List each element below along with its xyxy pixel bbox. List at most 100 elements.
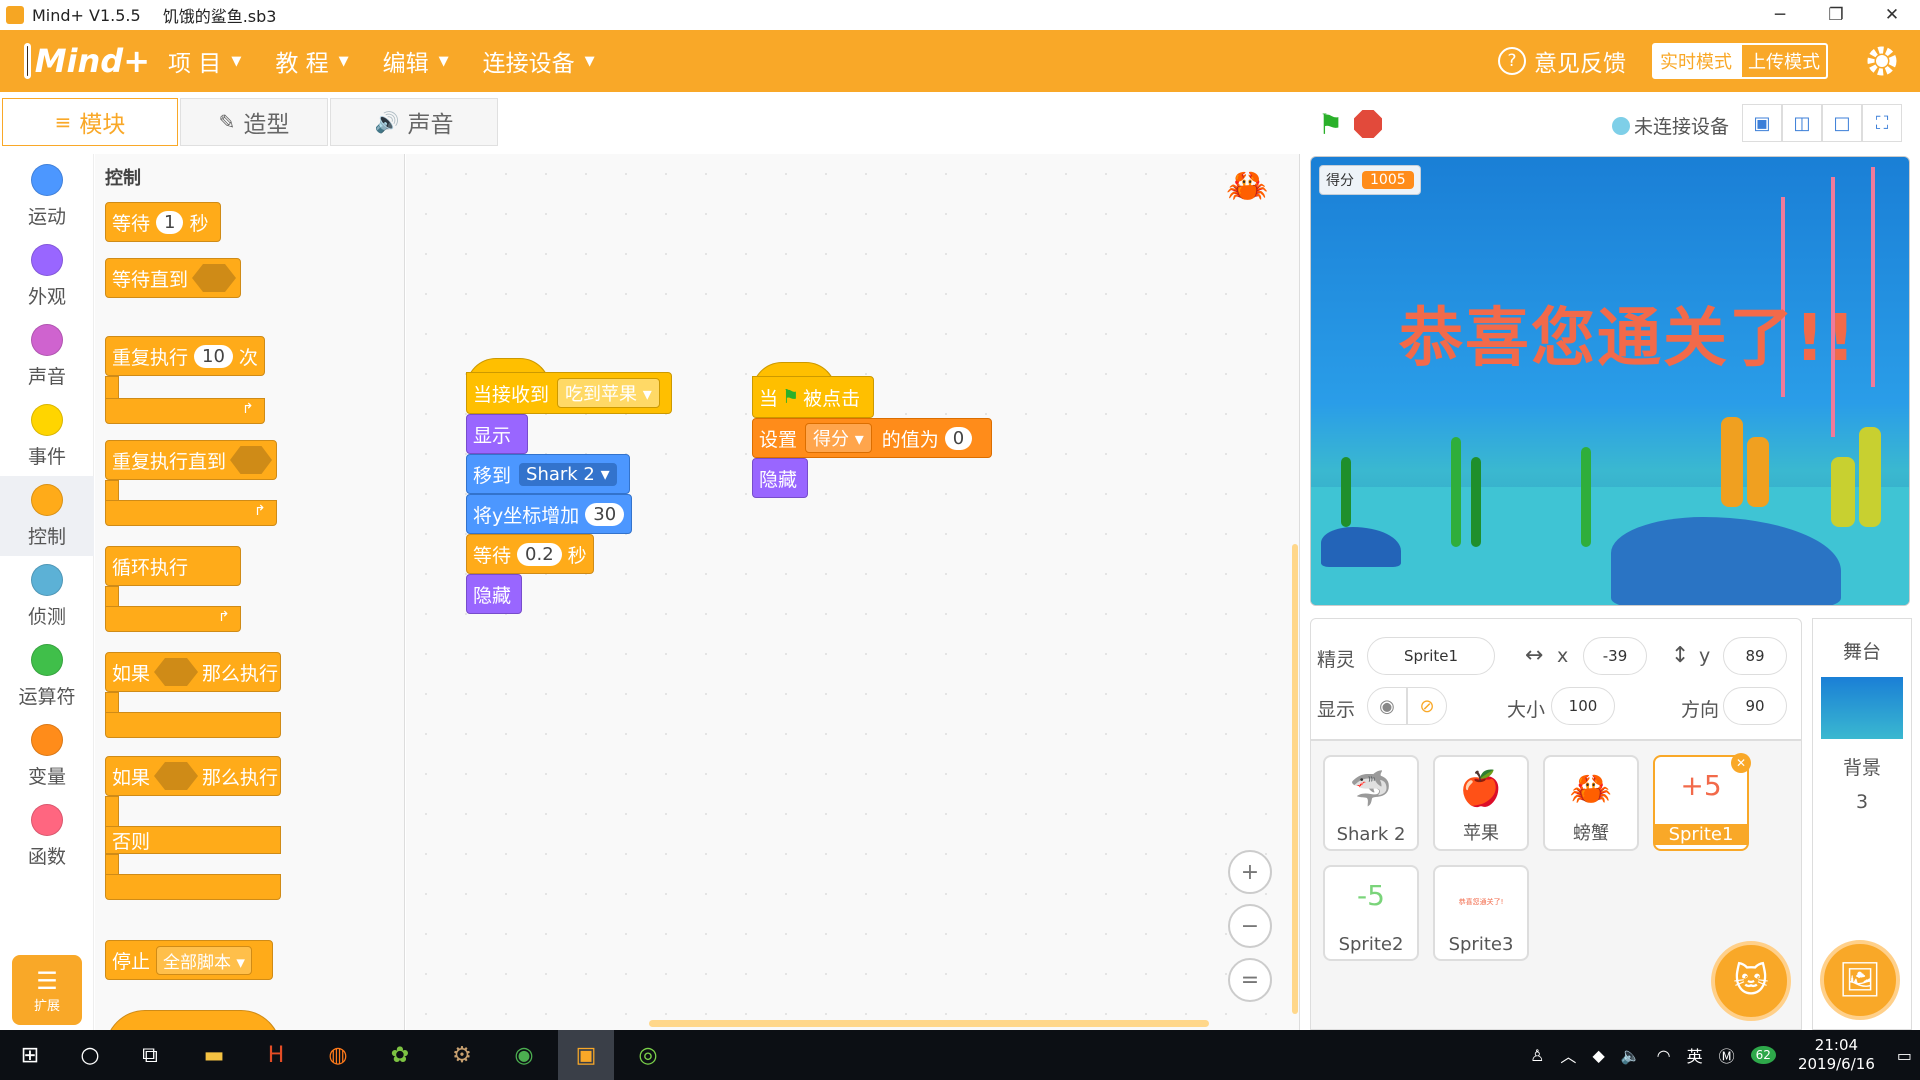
size-input[interactable]: 100 [1551, 687, 1615, 725]
block-stop[interactable]: 停止 全部脚本 ▾ [105, 940, 273, 980]
stop-dropdown[interactable]: 全部脚本 ▾ [156, 945, 252, 975]
restore-button[interactable]: ❐ [1808, 0, 1864, 30]
sprite-name-input[interactable]: Sprite1 [1367, 637, 1495, 675]
block-hide[interactable]: 隐藏 [466, 574, 522, 614]
block-wait[interactable]: 等待 0.2 秒 [466, 534, 594, 574]
upload-mode-button[interactable]: 上传模式 [1740, 43, 1828, 79]
delete-sprite-icon[interactable]: ✕ [1731, 753, 1751, 773]
sprite-tile-sprite1[interactable]: +5 Sprite1 ✕ [1653, 753, 1751, 851]
block-set-variable[interactable]: 设置 得分 ▾ 的值为 0 [752, 418, 992, 458]
normal-stage-layout-icon[interactable]: ◫ [1782, 104, 1822, 142]
block-forever[interactable]: 循环执行 [105, 546, 241, 586]
menu-project[interactable]: 项 目 ▼ [168, 44, 241, 78]
add-backdrop-icon[interactable]: 🖼 [1820, 940, 1900, 1020]
start-windows-icon[interactable]: ⊞ [2, 1030, 58, 1080]
block-when-flag-clicked[interactable]: 当 ⚑ 被点击 [752, 376, 874, 418]
green-flag-button[interactable]: ⚑ [1318, 108, 1348, 141]
input-mode[interactable]: 英 [1687, 1043, 1703, 1067]
ime-app-icon[interactable]: ◆ [1592, 1046, 1604, 1065]
mindplus-taskbar-icon[interactable]: ▣ [558, 1030, 614, 1080]
fullscreen-icon[interactable]: ⛶ [1862, 104, 1902, 142]
tab-blocks[interactable]: ≡ 模块 [2, 98, 178, 146]
block-when-receive[interactable]: 当接收到 吃到苹果 ▾ [466, 372, 672, 414]
chrome-icon[interactable]: ◉ [496, 1030, 552, 1080]
category-operators[interactable]: 运算符 [0, 636, 94, 716]
menu-tutorial[interactable]: 教 程 ▼ [275, 44, 348, 78]
message-dropdown[interactable]: 吃到苹果 ▾ [557, 378, 660, 408]
settings-gear-icon[interactable] [1864, 43, 1900, 79]
firefox-icon[interactable]: ◍ [310, 1030, 366, 1080]
block-input[interactable]: 1 [156, 210, 184, 234]
close-button[interactable]: ✕ [1864, 0, 1920, 30]
direction-input[interactable]: 90 [1723, 687, 1787, 725]
block-if-else[interactable]: 如果 那么执行 [105, 756, 281, 796]
notification-icon[interactable]: ▭ [1897, 1046, 1912, 1065]
x-input[interactable]: -39 [1583, 637, 1647, 675]
cortana-search-icon[interactable]: ○ [62, 1030, 118, 1080]
block-input[interactable]: 0 [944, 426, 973, 450]
app-gear-icon[interactable]: ⚙ [434, 1030, 490, 1080]
small-stage-layout-icon[interactable]: ▣ [1742, 104, 1782, 142]
goto-dropdown[interactable]: Shark 2 ▾ [519, 462, 617, 486]
volume-icon[interactable]: 🔈 [1621, 1046, 1641, 1065]
battery-badge[interactable]: 62 [1750, 1046, 1776, 1064]
hbuilder-icon[interactable]: H [248, 1030, 304, 1080]
wifi-icon[interactable]: ◠ [1657, 1046, 1671, 1065]
zoom-out-icon[interactable]: − [1228, 904, 1272, 948]
category-sound[interactable]: 声音 [0, 316, 94, 396]
score-monitor[interactable]: 得分 1005 [1319, 165, 1421, 195]
feedback-button[interactable]: ? 意见反馈 [1498, 44, 1626, 78]
block-goto[interactable]: 移到 Shark 2 ▾ [466, 454, 630, 494]
people-icon[interactable]: ♙ [1530, 1046, 1544, 1065]
task-view-icon[interactable]: ⧉ [122, 1030, 178, 1080]
block-input[interactable]: 0.2 [517, 542, 562, 566]
block-repeat-until[interactable]: 重复执行直到 [105, 440, 277, 480]
block-if-then[interactable]: 如果 那么执行 [105, 652, 281, 692]
sprite-tile-sprite2[interactable]: -5 Sprite2 [1323, 865, 1419, 961]
zoom-reset-icon[interactable]: = [1228, 958, 1272, 1002]
sprite-tile-crab[interactable]: 🦀 螃蟹 [1543, 755, 1639, 851]
variable-dropdown[interactable]: 得分 ▾ [805, 423, 872, 453]
hide-eye-icon[interactable]: ⊘ [1407, 687, 1447, 725]
extension-button[interactable]: ☰ 扩展 [12, 955, 82, 1025]
add-sprite-cat-icon[interactable]: 🐱 [1711, 941, 1791, 1021]
category-variables[interactable]: 变量 [0, 716, 94, 796]
category-motion[interactable]: 运动 [0, 156, 94, 236]
workspace-horizontal-scrollbar[interactable] [649, 1020, 1209, 1027]
category-looks[interactable]: 外观 [0, 236, 94, 316]
sprite-tile-apple[interactable]: 🍎 苹果 [1433, 755, 1529, 851]
block-input[interactable]: 30 [585, 502, 625, 526]
category-events[interactable]: 事件 [0, 396, 94, 476]
stage-canvas[interactable]: 得分 1005 恭喜您通关了!! [1310, 156, 1910, 606]
tab-sounds[interactable]: 🔊 声音 [330, 98, 498, 146]
block-wait[interactable]: 等待 1 秒 [105, 202, 221, 242]
chevron-up-icon[interactable]: ︿ [1560, 1043, 1576, 1067]
clock[interactable]: 21:04 2019/6/16 [1798, 1036, 1875, 1074]
block-hide[interactable]: 隐藏 [752, 458, 808, 498]
hide-stage-icon[interactable]: □ [1822, 104, 1862, 142]
category-functions[interactable]: 函数 [0, 796, 94, 876]
sprite-tile-sprite3[interactable]: 恭喜您通关了! Sprite3 [1433, 865, 1529, 961]
minimize-button[interactable]: ─ [1752, 0, 1808, 30]
category-sensing[interactable]: 侦测 [0, 556, 94, 636]
block-show[interactable]: 显示 [466, 414, 528, 454]
zoom-in-icon[interactable]: + [1228, 850, 1272, 894]
tab-costumes[interactable]: ✎ 造型 [180, 98, 328, 146]
realtime-mode-button[interactable]: 实时模式 [1652, 43, 1740, 79]
app-green-icon[interactable]: ✿ [372, 1030, 428, 1080]
workspace-vertical-scrollbar[interactable] [1292, 544, 1298, 1014]
backdrop-thumbnail[interactable] [1821, 677, 1903, 739]
wechat-icon[interactable]: ◎ [620, 1030, 676, 1080]
block-hat-partial[interactable] [105, 1010, 281, 1030]
sprite-tile-shark2[interactable]: 🦈 Shark 2 [1323, 755, 1419, 851]
block-change-y[interactable]: 将y坐标增加 30 [466, 494, 632, 534]
code-workspace[interactable]: 🦀 当接收到 吃到苹果 ▾ 显示 移到 Shark 2 ▾ 将y坐标增加 30 等待 0… [406, 154, 1300, 1030]
block-input[interactable]: 10 [194, 344, 233, 368]
category-control[interactable]: 控制 [0, 476, 94, 556]
block-repeat[interactable]: 重复执行 10 次 [105, 336, 265, 376]
file-explorer-icon[interactable]: ▬ [186, 1030, 242, 1080]
menu-connect-device[interactable]: 连接设备 ▼ [483, 44, 595, 78]
show-eye-icon[interactable]: ◉ [1367, 687, 1407, 725]
block-wait-until[interactable]: 等待直到 [105, 258, 241, 298]
menu-edit[interactable]: 编辑 ▼ [383, 44, 449, 78]
